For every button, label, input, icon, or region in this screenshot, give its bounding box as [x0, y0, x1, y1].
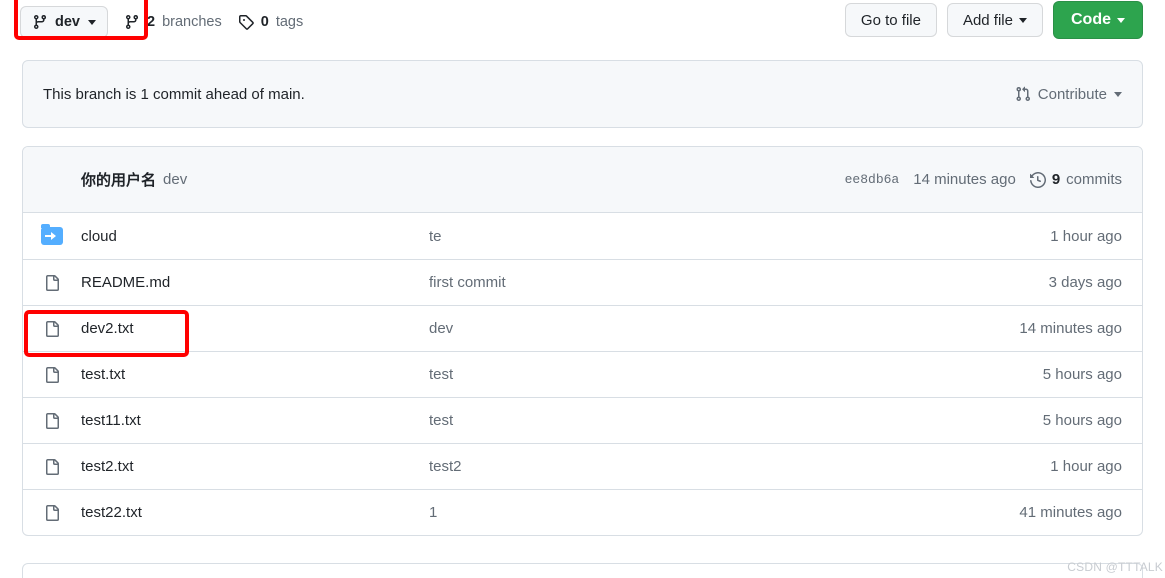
file-name-link[interactable]: dev2.txt [81, 320, 429, 337]
file-commit-message[interactable]: te [429, 228, 952, 245]
readme-panel-partial [22, 563, 1143, 578]
toolbar-left-group: dev 2 branches 0 tags [0, 6, 303, 38]
code-button[interactable]: Code [1053, 1, 1143, 39]
file-commit-message[interactable]: dev [429, 320, 952, 337]
tags-label: tags [275, 14, 304, 30]
commits-count-label: commits [1066, 171, 1122, 188]
code-label: Code [1071, 11, 1111, 28]
file-name-link[interactable]: cloud [81, 228, 429, 245]
watermark: CSDN @TTTALK [1067, 560, 1163, 574]
commit-history-link[interactable]: 9 commits [1029, 171, 1122, 188]
file-icon [23, 320, 81, 337]
file-commit-time: 1 hour ago [1050, 458, 1122, 475]
repo-toolbar: dev 2 branches 0 tags Go to file Add fil… [0, 0, 1165, 44]
commit-author[interactable]: 你的用户名 [81, 169, 156, 190]
file-icon [23, 504, 81, 521]
table-row[interactable]: test11.txt test 5 hours ago [23, 397, 1142, 443]
branch-selector-button[interactable]: dev [20, 6, 108, 38]
add-file-label: Add file [962, 11, 1013, 29]
submodule-icon [23, 223, 81, 245]
file-icon [23, 274, 81, 291]
file-commit-time: 14 minutes ago [1019, 320, 1122, 337]
branches-count: 2 [147, 14, 156, 30]
branch-status-notice: This branch is 1 commit ahead of main. C… [22, 60, 1143, 128]
commit-meta: ee8db6a 14 minutes ago 9 commits [845, 171, 1122, 188]
file-icon [23, 458, 81, 475]
git-pull-request-icon [1015, 86, 1031, 102]
file-listing-panel: 你的用户名 dev ee8db6a 14 minutes ago 9 commi… [22, 146, 1143, 536]
file-name-link[interactable]: test22.txt [81, 504, 429, 521]
file-rows-container: cloud te 1 hour ago README.md first commit 3 … [23, 213, 1142, 535]
commit-sha[interactable]: ee8db6a [845, 172, 900, 187]
table-row[interactable]: dev2.txt dev 14 minutes ago [23, 305, 1142, 351]
toolbar-right-group: Go to file Add file Code [844, 1, 1143, 39]
latest-commit-header: 你的用户名 dev ee8db6a 14 minutes ago 9 commi… [23, 147, 1142, 213]
file-commit-message[interactable]: first commit [429, 274, 952, 291]
file-name-link[interactable]: test.txt [81, 366, 429, 383]
branches-link[interactable]: 2 branches [124, 14, 222, 30]
repo-file-browser: dev 2 branches 0 tags Go to file Add fil… [0, 0, 1165, 578]
chevron-down-icon [1117, 17, 1125, 23]
file-commit-message[interactable]: test [429, 412, 952, 429]
file-name-link[interactable]: test11.txt [81, 412, 429, 429]
file-commit-time: 5 hours ago [1042, 366, 1122, 383]
history-clock-icon [1029, 171, 1046, 188]
file-icon [23, 366, 81, 383]
branch-status-text: This branch is 1 commit ahead of main. [43, 85, 305, 103]
table-row[interactable]: README.md first commit 3 days ago [23, 259, 1142, 305]
chevron-down-icon [1019, 17, 1027, 23]
file-commit-time: 1 hour ago [1050, 227, 1122, 245]
commits-count-value: 9 [1051, 171, 1061, 188]
git-branch-icon [32, 14, 48, 30]
table-row[interactable]: cloud te 1 hour ago [23, 213, 1142, 259]
branches-label: branches [162, 14, 222, 30]
file-commit-message[interactable]: test2 [429, 458, 952, 475]
go-to-file-label: Go to file [860, 11, 921, 29]
go-to-file-button[interactable]: Go to file [844, 3, 937, 37]
table-row[interactable]: test.txt test 5 hours ago [23, 351, 1142, 397]
file-commit-message[interactable]: test [429, 366, 952, 383]
contribute-button[interactable]: Contribute [1015, 86, 1122, 103]
file-name-link[interactable]: README.md [81, 274, 429, 291]
file-commit-message[interactable]: 1 [429, 504, 952, 521]
add-file-button[interactable]: Add file [946, 3, 1043, 37]
file-commit-time: 5 hours ago [1042, 412, 1122, 429]
file-commit-time: 41 minutes ago [1019, 504, 1122, 521]
contribute-label: Contribute [1037, 85, 1107, 103]
branch-selector-label: dev [55, 14, 80, 30]
tags-count: 0 [260, 14, 269, 30]
commit-message[interactable]: dev [163, 171, 187, 188]
chevron-down-icon [88, 19, 96, 25]
file-name-link[interactable]: test2.txt [81, 458, 429, 475]
tags-link[interactable]: 0 tags [238, 14, 304, 30]
git-branch-icon [124, 14, 140, 30]
tag-icon [238, 14, 254, 30]
table-row[interactable]: test2.txt test2 1 hour ago [23, 443, 1142, 489]
commit-time: 14 minutes ago [913, 171, 1016, 188]
file-commit-time: 3 days ago [1048, 274, 1122, 291]
file-icon [23, 412, 81, 429]
chevron-down-icon [1114, 91, 1122, 97]
table-row[interactable]: test22.txt 1 41 minutes ago [23, 489, 1142, 535]
